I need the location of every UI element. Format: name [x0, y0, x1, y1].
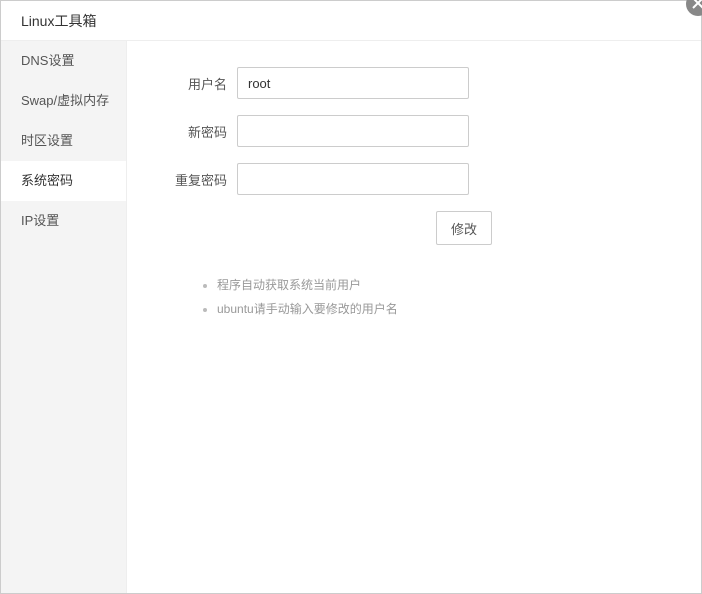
sidebar-item-syspassword[interactable]: 系统密码	[1, 161, 126, 201]
dialog: Linux工具箱 DNS设置 Swap/虚拟内存 时区设置 系统密码 IP设置 …	[0, 0, 702, 594]
form-row-password: 新密码	[167, 115, 661, 147]
sidebar-item-timezone[interactable]: 时区设置	[1, 121, 126, 161]
sidebar-item-label: 系统密码	[21, 173, 73, 188]
dialog-title: Linux工具箱	[21, 13, 96, 29]
submit-button[interactable]: 修改	[436, 211, 492, 245]
sidebar: DNS设置 Swap/虚拟内存 时区设置 系统密码 IP设置	[1, 41, 127, 593]
sidebar-item-label: Swap/虚拟内存	[21, 93, 109, 108]
confirm-input[interactable]	[237, 163, 469, 195]
sidebar-item-ip[interactable]: IP设置	[1, 201, 126, 241]
confirm-label: 重复密码	[167, 170, 227, 189]
username-label: 用户名	[167, 74, 227, 93]
sidebar-item-label: 时区设置	[21, 133, 73, 148]
sidebar-item-swap[interactable]: Swap/虚拟内存	[1, 81, 126, 121]
close-icon	[692, 0, 702, 12]
sidebar-item-label: IP设置	[21, 213, 59, 228]
dialog-body: DNS设置 Swap/虚拟内存 时区设置 系统密码 IP设置 用户名 新密码	[1, 41, 701, 593]
hint-item: ubuntu请手动输入要修改的用户名	[217, 297, 661, 321]
sidebar-item-label: DNS设置	[21, 53, 74, 68]
sidebar-item-dns[interactable]: DNS设置	[1, 41, 126, 81]
button-row: 修改	[167, 211, 661, 245]
password-input[interactable]	[237, 115, 469, 147]
form-row-username: 用户名	[167, 67, 661, 99]
title-bar: Linux工具箱	[1, 1, 701, 41]
hint-list: 程序自动获取系统当前用户 ubuntu请手动输入要修改的用户名	[199, 273, 661, 321]
password-label: 新密码	[167, 122, 227, 141]
content-panel: 用户名 新密码 重复密码 修改 程序自动获取系统当前用户 ubuntu请手动输入…	[127, 41, 701, 593]
username-input[interactable]	[237, 67, 469, 99]
form-row-confirm: 重复密码	[167, 163, 661, 195]
hint-item: 程序自动获取系统当前用户	[217, 273, 661, 297]
